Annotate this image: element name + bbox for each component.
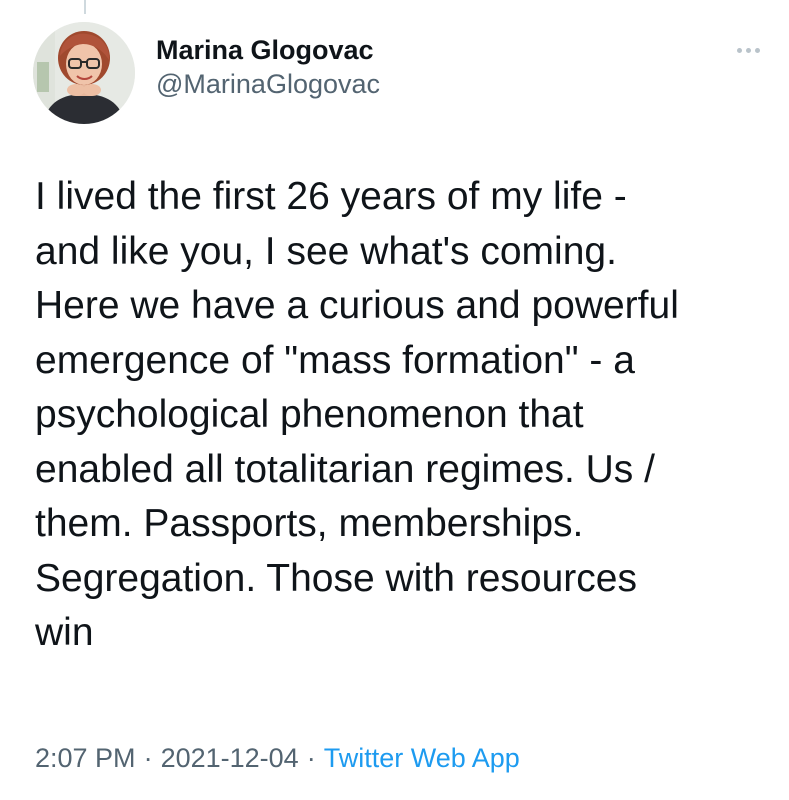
more-horizontal-icon [745,47,751,53]
author-display-name[interactable]: Marina Glogovac [156,33,380,67]
meta-separator: · [143,743,153,773]
author-handle[interactable]: @MarinaGlogovac [156,67,380,101]
tweet-text: I lived the first 26 years of my life - … [35,175,679,654]
tweet-date[interactable]: 2021-12-04 [161,743,299,773]
more-options-button[interactable] [728,38,768,62]
tweet-source-link[interactable]: Twitter Web App [324,743,520,773]
thread-connector-line [84,0,86,14]
tweet-time[interactable]: 2:07 PM [35,743,136,773]
more-horizontal-icon [736,47,742,53]
avatar-portrait-icon [33,22,135,124]
tweet-metadata: 2:07 PM · 2021-12-04 · Twitter Web App [35,740,520,776]
meta-separator: · [306,743,316,773]
avatar[interactable] [33,22,135,124]
more-horizontal-icon [754,47,760,53]
tweet-header: Marina Glogovac @MarinaGlogovac [156,33,380,101]
